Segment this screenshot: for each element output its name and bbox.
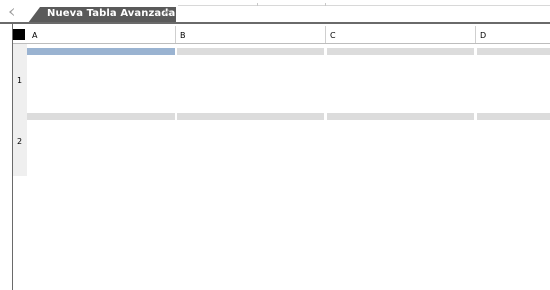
row-2-cell-d[interactable] xyxy=(477,113,550,120)
tab-strip-tick xyxy=(325,3,326,6)
tab-nueva-tabla-avanzada[interactable]: Nueva Tabla Avanzada ✕ xyxy=(28,7,176,23)
tab-strip-tick xyxy=(257,3,258,6)
column-header-d[interactable]: D xyxy=(475,26,550,43)
tab-strip-top-line xyxy=(178,5,550,6)
row-1-cell-d[interactable] xyxy=(477,48,550,55)
chevron-left-icon[interactable] xyxy=(9,8,14,16)
select-all-icon[interactable] xyxy=(13,29,25,40)
close-icon[interactable]: ✕ xyxy=(161,8,172,20)
column-header-b[interactable]: B xyxy=(175,26,325,43)
row-header-1[interactable]: 1 xyxy=(13,44,27,114)
spreadsheet-grid: A B C D 1 2 xyxy=(0,24,550,290)
column-header-label: B xyxy=(180,31,186,40)
row-header-2[interactable]: 2 xyxy=(13,114,27,176)
column-header-divider xyxy=(13,43,550,44)
row-header-label: 1 xyxy=(17,76,23,85)
column-header-c[interactable]: C xyxy=(325,26,475,43)
row-2-cell-b[interactable] xyxy=(177,113,324,120)
tab-strip: Nueva Tabla Avanzada ✕ xyxy=(0,0,550,24)
spreadsheet-window: Nueva Tabla Avanzada ✕ A B C D 1 2 xyxy=(0,0,550,290)
row-1-cell-a-selected[interactable] xyxy=(27,48,175,55)
column-header-label: A xyxy=(32,31,38,40)
column-header-label: C xyxy=(330,31,336,40)
tab-label: Nueva Tabla Avanzada xyxy=(47,8,176,19)
row-header-label: 2 xyxy=(17,137,23,146)
column-header-a[interactable]: A xyxy=(27,26,175,43)
column-header-label: D xyxy=(480,31,487,40)
row-1-cell-c[interactable] xyxy=(327,48,474,55)
row-1-cell-b[interactable] xyxy=(177,48,324,55)
row-2-cell-c[interactable] xyxy=(327,113,474,120)
row-2-cell-a[interactable] xyxy=(27,113,175,120)
